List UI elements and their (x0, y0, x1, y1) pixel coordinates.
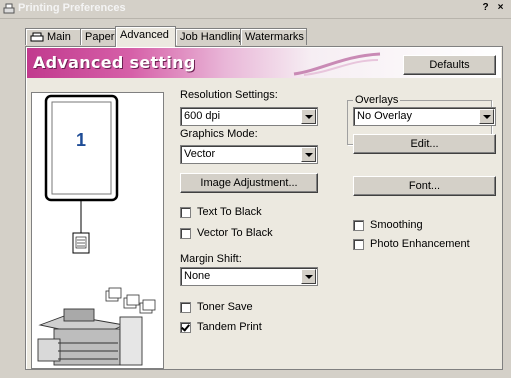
banner-title: Advanced setting (33, 53, 196, 72)
preview-pane: 1 (31, 92, 164, 369)
overlay-select[interactable]: No Overlay (353, 107, 496, 126)
tab-label: Watermarks (245, 31, 304, 43)
chevron-down-icon[interactable] (479, 109, 494, 124)
tab-paper[interactable]: Paper (80, 28, 116, 45)
chevron-down-icon[interactable] (301, 147, 316, 162)
text-to-black-checkbox[interactable]: Text To Black (180, 206, 300, 221)
checkbox-box-checked[interactable] (180, 322, 191, 333)
swoosh-decoration (293, 52, 381, 76)
window-edge (503, 26, 511, 378)
edit-overlay-button[interactable]: Edit... (353, 134, 496, 154)
help-button[interactable]: ? (479, 2, 492, 14)
checkbox-box[interactable] (180, 228, 191, 239)
resolution-select[interactable]: 600 dpi (180, 107, 318, 126)
toner-save-checkbox[interactable]: Toner Save (180, 301, 300, 316)
advanced-panel: Advanced setting Defaults 1 Resolution S… (25, 46, 503, 370)
checkbox-box[interactable] (353, 239, 364, 250)
resolution-label: Resolution Settings: (180, 89, 278, 101)
margin-shift-select[interactable]: None (180, 267, 318, 286)
tab-label: Main (47, 31, 71, 43)
checkbox-box[interactable] (353, 220, 364, 231)
tab-main[interactable]: Main (25, 28, 81, 45)
graphics-mode-label: Graphics Mode: (180, 128, 258, 140)
checkbox-box[interactable] (180, 207, 191, 218)
overlay-value: No Overlay (357, 110, 413, 122)
font-button[interactable]: Font... (353, 176, 496, 196)
overlays-legend: Overlays (353, 94, 401, 106)
photo-enhancement-checkbox[interactable]: Photo Enhancement (353, 238, 493, 253)
tab-advanced[interactable]: Advanced (115, 26, 176, 47)
graphics-mode-select[interactable]: Vector (180, 145, 318, 164)
checkbox-label: Photo Enhancement (370, 238, 470, 250)
checkbox-box[interactable] (180, 302, 191, 313)
checkbox-label: Smoothing (370, 219, 423, 231)
chevron-down-icon[interactable] (301, 269, 316, 284)
printer-icon (30, 32, 44, 42)
tab-label: Job Handling (180, 31, 245, 43)
tab-label: Advanced (120, 29, 169, 41)
checkbox-label: Vector To Black (197, 227, 273, 239)
printer-icon (3, 3, 15, 14)
checkbox-label: Tandem Print (197, 321, 262, 333)
checkbox-label: Toner Save (197, 301, 253, 313)
graphics-mode-value: Vector (184, 148, 216, 160)
printer-preview-illustration (37, 94, 156, 366)
resolution-value: 600 dpi (184, 110, 221, 122)
margin-shift-value: None (184, 270, 211, 282)
image-adjustment-button[interactable]: Image Adjustment... (180, 173, 318, 193)
close-button[interactable]: × (494, 2, 507, 14)
smoothing-checkbox[interactable]: Smoothing (353, 219, 473, 234)
margin-shift-label: Margin Shift: (180, 253, 242, 265)
tab-job-handling[interactable]: Job Handling (175, 28, 245, 45)
tandem-print-checkbox[interactable]: Tandem Print (180, 321, 300, 336)
window-title: Printing Preferences (18, 2, 126, 14)
tab-label: Paper (85, 31, 115, 43)
checkbox-label: Text To Black (197, 206, 262, 218)
tab-watermarks[interactable]: Watermarks (240, 28, 307, 45)
defaults-button[interactable]: Defaults (403, 55, 496, 75)
title-bar: Printing Preferences ? × (0, 0, 511, 19)
preview-page-number: 1 (75, 130, 86, 150)
vector-to-black-checkbox[interactable]: Vector To Black (180, 227, 300, 242)
chevron-down-icon[interactable] (301, 109, 316, 124)
